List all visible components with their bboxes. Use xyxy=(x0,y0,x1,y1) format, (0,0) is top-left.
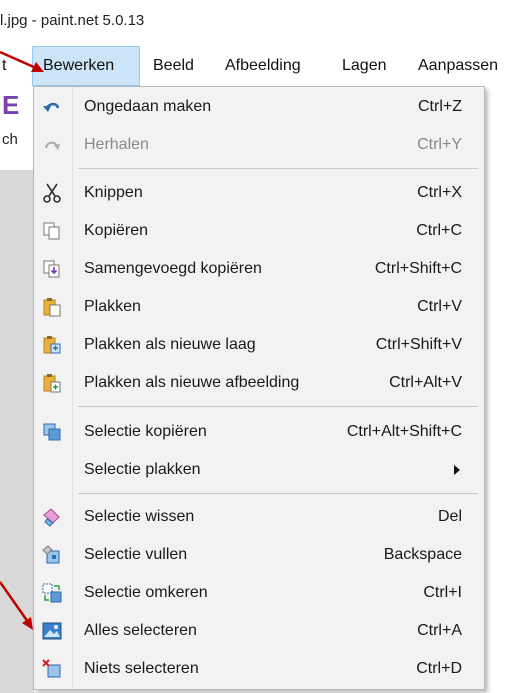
title-bar: l.jpg - paint.net 5.0.13 xyxy=(0,0,523,40)
menu-item-shortcut: Ctrl+Alt+V xyxy=(389,374,462,391)
menu-aanpassen[interactable]: Aanpassen xyxy=(418,46,498,86)
menu-item-label: Knippen xyxy=(84,184,143,201)
menu-file-partial[interactable]: t xyxy=(2,46,6,86)
menu-item-shortcut: Del xyxy=(437,508,462,525)
scissors-icon xyxy=(43,183,61,203)
select-all-icon xyxy=(42,622,62,640)
edit-menu-dropdown: Ongedaan maken Ctrl+Z Herhalen Ctrl+Y Kn… xyxy=(33,86,485,690)
menu-item-label: Plakken als nieuwe laag xyxy=(84,336,256,353)
deselect-icon xyxy=(42,659,61,678)
menu-item-shortcut: Ctrl+Shift+V xyxy=(375,336,462,353)
menu-afbeelding[interactable]: Afbeelding xyxy=(225,46,301,86)
menu-item-shortcut: Ctrl+V xyxy=(417,298,462,315)
window-title: l.jpg - paint.net 5.0.13 xyxy=(0,12,145,29)
menu-lagen[interactable]: Lagen xyxy=(342,46,387,86)
menu-separator xyxy=(78,493,478,494)
menu-item-shortcut: Ctrl+I xyxy=(423,584,462,601)
paste-new-layer-icon xyxy=(43,336,61,354)
menu-item-deselect[interactable]: Niets selecteren Ctrl+D xyxy=(34,650,484,688)
menu-item-label: Selectie omkeren xyxy=(84,584,208,601)
menu-item-label: Plakken xyxy=(84,298,141,315)
submenu-arrow-icon xyxy=(454,465,460,475)
menu-item-label: Niets selecteren xyxy=(84,660,199,677)
background-text: ch xyxy=(2,131,18,148)
copy-selection-icon xyxy=(43,423,61,441)
menu-bewerken[interactable]: Bewerken xyxy=(32,46,140,86)
menu-item-paste-new-image[interactable]: Plakken als nieuwe afbeelding Ctrl+Alt+V xyxy=(34,364,484,402)
copy-merged-icon xyxy=(43,260,60,278)
app-logo-icon: E xyxy=(2,90,20,120)
menu-item-fill-selection[interactable]: Selectie vullen Backspace xyxy=(34,536,484,574)
eraser-icon xyxy=(43,508,60,527)
menu-item-label: Samengevoegd kopiëren xyxy=(84,260,262,277)
canvas-area xyxy=(0,170,34,693)
menu-item-label: Selectie kopiëren xyxy=(84,423,207,440)
fill-selection-icon xyxy=(42,545,60,564)
menu-item-paste-selection[interactable]: Selectie plakken xyxy=(34,451,484,489)
menu-item-paste[interactable]: Plakken Ctrl+V xyxy=(34,288,484,326)
menu-item-undo[interactable]: Ongedaan maken Ctrl+Z xyxy=(34,88,484,126)
menu-item-label: Herhalen xyxy=(84,136,149,153)
menu-item-select-all[interactable]: Alles selecteren Ctrl+A xyxy=(34,612,484,650)
menu-item-label: Selectie plakken xyxy=(84,461,201,478)
menu-item-label: Ongedaan maken xyxy=(84,98,212,115)
menu-item-invert-selection[interactable]: Selectie omkeren Ctrl+I xyxy=(34,574,484,612)
menu-item-label: Selectie vullen xyxy=(84,546,188,563)
menu-item-copy-merged[interactable]: Samengevoegd kopiëren Ctrl+Shift+C xyxy=(34,250,484,288)
menu-item-shortcut: Ctrl+Z xyxy=(418,98,462,115)
redo-icon xyxy=(45,141,60,150)
menu-item-shortcut: Ctrl+Alt+Shift+C xyxy=(346,423,462,440)
menu-item-label: Plakken als nieuwe afbeelding xyxy=(84,374,300,391)
menu-item-shortcut: Ctrl+Shift+C xyxy=(374,260,462,277)
menu-item-redo[interactable]: Herhalen Ctrl+Y xyxy=(34,126,484,164)
menu-item-copy-selection[interactable]: Selectie kopiëren Ctrl+Alt+Shift+C xyxy=(34,413,484,451)
copy-icon xyxy=(43,222,60,240)
undo-icon xyxy=(43,102,60,112)
menu-item-shortcut: Backspace xyxy=(383,546,462,563)
menu-item-label: Selectie wissen xyxy=(84,508,195,525)
menu-bar: t Bewerken Beeld Afbeelding Lagen Aanpas… xyxy=(0,46,523,86)
paste-new-image-icon xyxy=(43,374,61,393)
menu-beeld[interactable]: Beeld xyxy=(153,46,194,86)
menu-item-erase-selection[interactable]: Selectie wissen Del xyxy=(34,498,484,536)
menu-item-shortcut: Ctrl+X xyxy=(417,184,462,201)
menu-item-cut[interactable]: Knippen Ctrl+X xyxy=(34,174,484,212)
menu-item-shortcut: Ctrl+D xyxy=(416,660,462,677)
menu-item-shortcut: Ctrl+A xyxy=(417,622,462,639)
menu-item-shortcut: Ctrl+Y xyxy=(417,136,462,153)
menu-separator xyxy=(78,406,478,407)
menu-separator xyxy=(78,168,478,169)
menu-item-label: Alles selecteren xyxy=(84,622,197,639)
paste-icon xyxy=(43,298,61,317)
menu-item-copy[interactable]: Kopiëren Ctrl+C xyxy=(34,212,484,250)
menu-item-shortcut: Ctrl+C xyxy=(416,222,462,239)
menu-item-label: Kopiëren xyxy=(84,222,149,239)
invert-selection-icon xyxy=(42,583,62,603)
menu-item-paste-new-layer[interactable]: Plakken als nieuwe laag Ctrl+Shift+V xyxy=(34,326,484,364)
